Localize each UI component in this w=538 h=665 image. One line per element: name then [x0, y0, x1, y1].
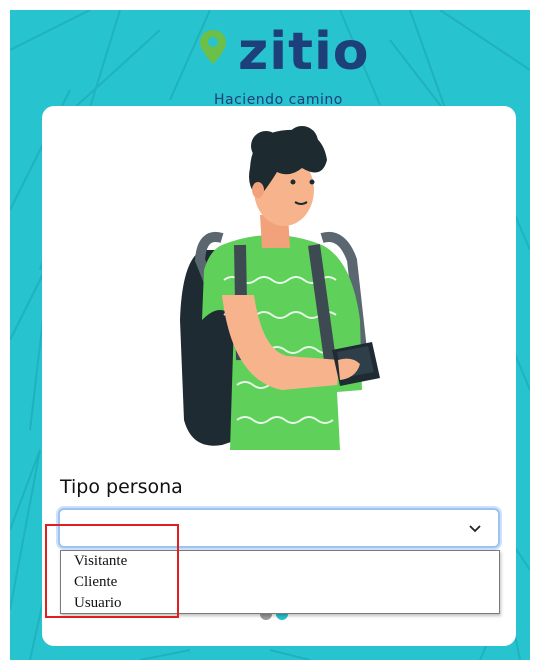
traveler-illustration: [180, 126, 380, 450]
location-pin-icon: [200, 30, 226, 64]
chevron-down-icon: [469, 525, 481, 533]
annotation-highlight-box: [45, 524, 179, 618]
tipo-persona-label: Tipo persona: [60, 476, 183, 498]
zitio-logo: zitio Haciendo camino: [200, 24, 370, 110]
logo-wordmark: zitio: [238, 22, 370, 82]
